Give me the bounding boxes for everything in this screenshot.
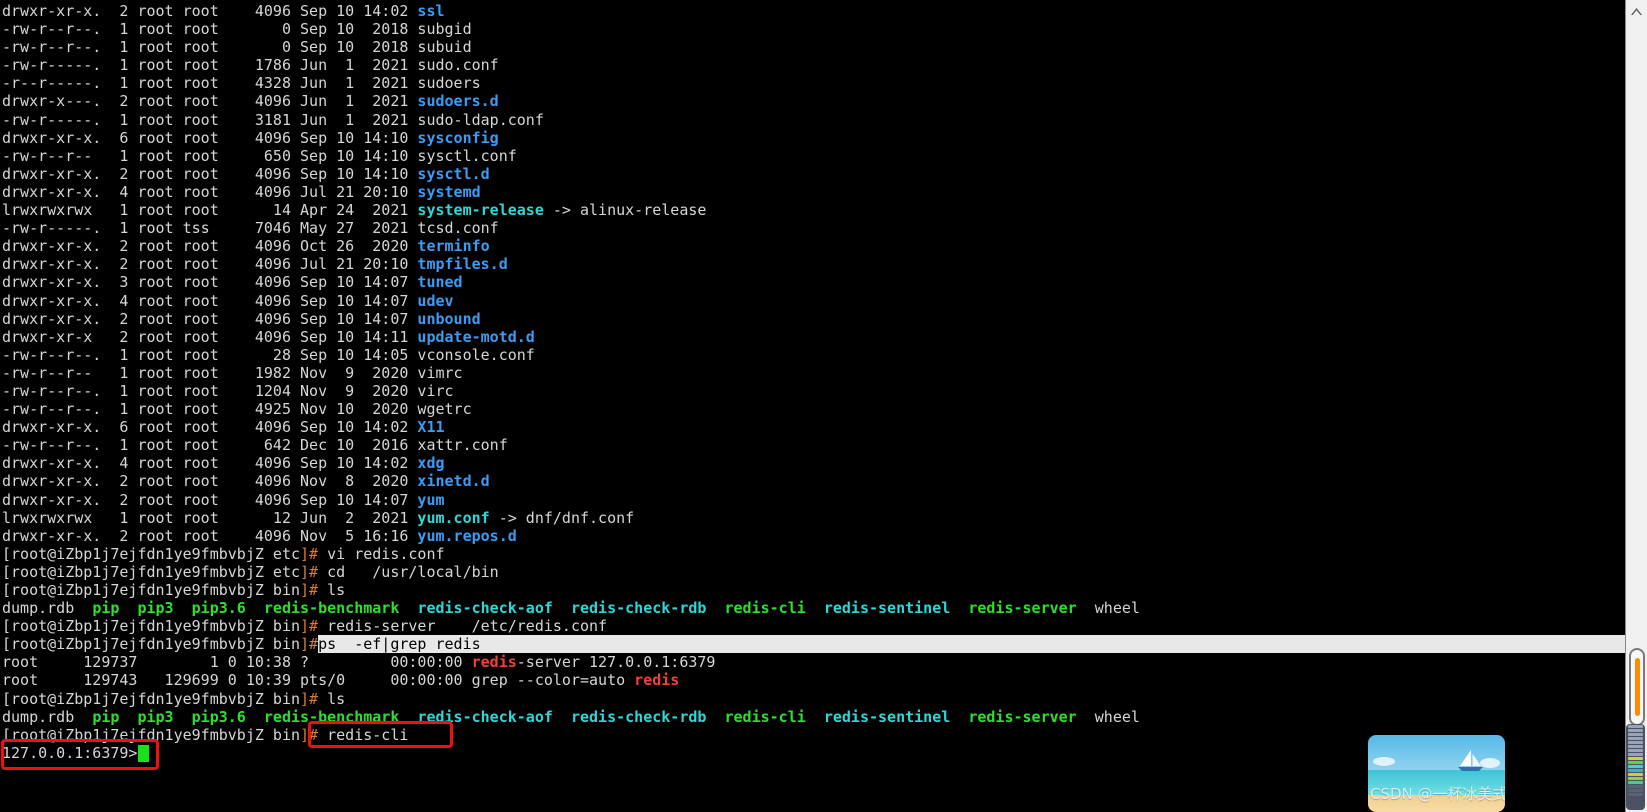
- listing-row-tcsd.conf: -rw-r-----. 1 root tss 7046 May 27 2021 …: [2, 219, 499, 238]
- listing-row-xinetd.d: drwxr-xr-x. 2 root root 4096 Nov 8 2020 …: [2, 472, 490, 491]
- ps-output-row-0: root 129737 1 0 10:38 ? 00:00:00 redis-s…: [2, 653, 716, 672]
- command-ls-2: [root@iZbp1j7ejfdn1ye9fmbvbjZ bin]# ls: [2, 689, 346, 708]
- minimap-stripe: [1628, 789, 1643, 792]
- minimap-stripe: [1628, 737, 1643, 740]
- listing-row-subgid: -rw-r--r--. 1 root root 0 Sep 10 2018 su…: [2, 20, 472, 39]
- listing-row-yum.conf: lrwxrwxrwx 1 root root 12 Jun 2 2021 yum…: [2, 508, 635, 527]
- minimap-stripe: [1628, 753, 1643, 756]
- minimap-stripe: [1628, 729, 1643, 732]
- listing-row-yum: drwxr-xr-x. 2 root root 4096 Sep 10 14:0…: [2, 490, 445, 509]
- minimap-stripe: [1628, 781, 1643, 784]
- listing-row-yum.repos.d: drwxr-xr-x. 2 root root 4096 Nov 5 16:16…: [2, 526, 517, 545]
- listing-row-sudoers: -r--r-----. 1 root root 4328 Jun 1 2021 …: [2, 74, 481, 93]
- minimap-stripe: [1628, 785, 1643, 788]
- minimap-stripe: [1628, 769, 1643, 772]
- listing-row-tuned: drwxr-xr-x. 3 root root 4096 Sep 10 14:0…: [2, 273, 463, 292]
- listing-row-systemd: drwxr-xr-x. 4 root root 4096 Jul 21 20:1…: [2, 182, 481, 201]
- sailboat-icon: [1456, 749, 1486, 779]
- listing-row-sysctl.d: drwxr-xr-x. 2 root root 4096 Sep 10 14:1…: [2, 164, 490, 183]
- terminal-output[interactable]: drwxr-xr-x. 2 root root 4096 Sep 10 14:0…: [0, 0, 1625, 812]
- listing-row-sudo-ldap.conf: -rw-r-----. 1 root root 3181 Jun 1 2021 …: [2, 110, 544, 129]
- minimap-stripe: [1628, 773, 1643, 776]
- minimap-stripe: [1628, 749, 1643, 752]
- listing-row-virc: -rw-r--r--. 1 root root 1204 Nov 9 2020 …: [2, 381, 454, 400]
- listing-row-vimrc: -rw-r--r-- 1 root root 1982 Nov 9 2020 v…: [2, 363, 463, 382]
- command-ps-grep-redis: [root@iZbp1j7ejfdn1ye9fmbvbjZ bin]#ps -e…: [2, 635, 1625, 654]
- scrollbar-minimap[interactable]: [1626, 724, 1645, 810]
- watermark: CSDN @一杯冰美式sir: [1368, 735, 1505, 812]
- listing-row-ssl: drwxr-xr-x. 2 root root 4096 Sep 10 14:0…: [2, 2, 445, 20]
- minimap-stripe: [1628, 777, 1643, 780]
- listing-row-xdg: drwxr-xr-x. 4 root root 4096 Sep 10 14:0…: [2, 454, 445, 473]
- minimap-stripe: [1628, 745, 1643, 748]
- listing-row-update-motd.d: drwxr-xr-x 2 root root 4096 Sep 10 14:11…: [2, 327, 535, 346]
- listing-row-sudoers.d: drwxr-x---. 2 root root 4096 Jun 1 2021 …: [2, 92, 499, 111]
- minimap-stripe: [1628, 733, 1643, 736]
- watermark-text: CSDN @一杯冰美式sir: [1370, 785, 1505, 803]
- minimap-stripe: [1628, 793, 1643, 796]
- minimap-stripe: [1628, 741, 1643, 744]
- minimap-stripe: [1628, 757, 1643, 760]
- scrollbar[interactable]: [1625, 0, 1647, 812]
- listing-row-wgetrc: -rw-r--r--. 1 root root 4925 Nov 10 2020…: [2, 400, 472, 419]
- listing-row-system-release: lrwxrwxrwx 1 root root 14 Apr 24 2021 sy…: [2, 201, 707, 220]
- listing-row-xattr.conf: -rw-r--r--. 1 root root 642 Dec 10 2016 …: [2, 436, 508, 455]
- listing-row-terminfo: drwxr-xr-x. 2 root root 4096 Oct 26 2020…: [2, 237, 490, 256]
- bin-listing-2: dump.rdb pip pip3 pip3.6 redis-benchmark…: [2, 707, 1140, 726]
- command-ls-1: [root@iZbp1j7ejfdn1ye9fmbvbjZ bin]# ls: [2, 581, 346, 599]
- minimap-stripe: [1628, 765, 1643, 768]
- minimap-stripe: [1628, 725, 1643, 728]
- bin-listing-1: dump.rdb pip pip3 pip3.6 redis-benchmark…: [2, 599, 1140, 618]
- listing-row-sudo.conf: -rw-r-----. 1 root root 1786 Jun 1 2021 …: [2, 56, 499, 75]
- command-vi-redis-conf: [root@iZbp1j7ejfdn1ye9fmbvbjZ etc]# vi r…: [2, 544, 445, 563]
- listing-row-sysconfig: drwxr-xr-x. 6 root root 4096 Sep 10 14:1…: [2, 128, 499, 147]
- scrollbar-thumb[interactable]: [1629, 648, 1645, 726]
- listing-row-vconsole.conf: -rw-r--r--. 1 root root 28 Sep 10 14:05 …: [2, 345, 535, 364]
- listing-row-X11: drwxr-xr-x. 6 root root 4096 Sep 10 14:0…: [2, 418, 445, 437]
- command-redis-server: [root@iZbp1j7ejfdn1ye9fmbvbjZ bin]# redi…: [2, 617, 608, 636]
- listing-row-tmpfiles.d: drwxr-xr-x. 2 root root 4096 Jul 21 20:1…: [2, 255, 508, 274]
- listing-row-subuid: -rw-r--r--. 1 root root 0 Sep 10 2018 su…: [2, 38, 472, 57]
- ps-output-row-1: root 129743 129699 0 10:39 pts/0 00:00:0…: [2, 671, 680, 690]
- command-cd: [root@iZbp1j7ejfdn1ye9fmbvbjZ etc]# cd /…: [2, 562, 499, 581]
- terminal-cursor: [138, 745, 149, 762]
- cloud-icon: [1373, 756, 1396, 766]
- listing-row-udev: drwxr-xr-x. 4 root root 4096 Sep 10 14:0…: [2, 291, 454, 310]
- minimap-stripe: [1628, 761, 1643, 764]
- listing-row-sysctl.conf: -rw-r--r-- 1 root root 650 Sep 10 14:10 …: [2, 146, 517, 165]
- listing-row-unbound: drwxr-xr-x. 2 root root 4096 Sep 10 14:0…: [2, 309, 481, 328]
- scrollbar-thumb-fill: [1635, 658, 1640, 716]
- scroll-up-arrow-icon[interactable]: [1626, 2, 1647, 20]
